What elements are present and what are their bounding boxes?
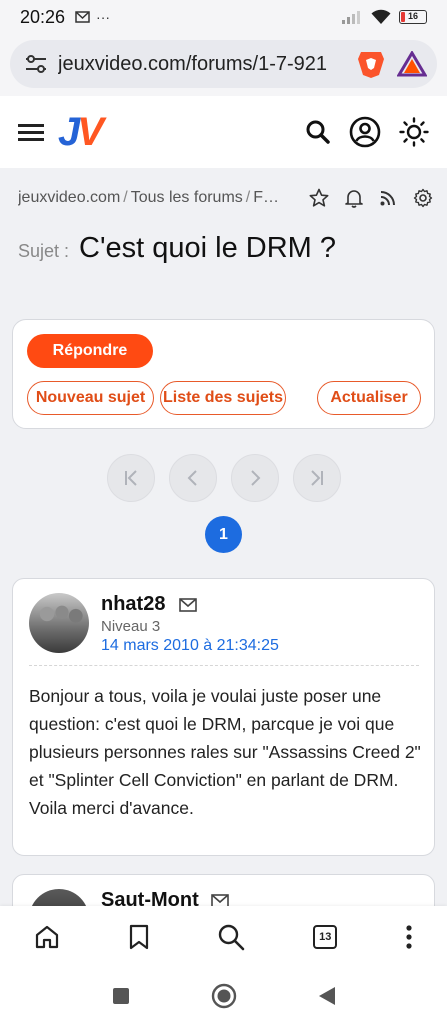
first-page-button[interactable] xyxy=(106,454,155,502)
post-body: Bonjour a tous, voila je voulai juste po… xyxy=(29,686,421,818)
chevron-left-icon xyxy=(187,470,197,486)
home-button-icon[interactable] xyxy=(211,983,237,1009)
breadcrumb-home[interactable]: jeuxvideo.com xyxy=(18,189,120,206)
menu-icon[interactable] xyxy=(18,122,44,142)
pagination xyxy=(0,454,447,502)
breadcrumb-forum[interactable]: F… xyxy=(253,189,279,206)
reply-button[interactable]: Répondre xyxy=(27,334,153,368)
browser-toolbar: jeuxvideo.com/forums/1-7-921 xyxy=(0,34,447,96)
browser-bottom-nav: 13 xyxy=(0,906,447,968)
new-topic-button[interactable]: Nouveau sujet xyxy=(27,381,154,415)
current-page[interactable]: 1 xyxy=(205,516,242,553)
star-icon[interactable] xyxy=(309,188,329,208)
brave-rewards-icon[interactable] xyxy=(397,51,427,77)
avatar[interactable] xyxy=(29,593,89,653)
bookmark-icon[interactable] xyxy=(128,924,150,950)
refresh-button[interactable]: Actualiser xyxy=(317,381,421,415)
url-text[interactable]: jeuxvideo.com/forums/1-7-921 xyxy=(58,53,357,76)
brave-shields-icon[interactable] xyxy=(357,49,385,79)
post-date[interactable]: 14 mars 2010 à 21:34:25 xyxy=(101,637,279,655)
author-level: Niveau 3 xyxy=(101,618,161,635)
address-bar[interactable]: jeuxvideo.com/forums/1-7-921 xyxy=(10,40,437,88)
next-page-button[interactable] xyxy=(230,454,279,502)
settings-gear-icon[interactable] xyxy=(413,188,433,208)
logo-j: J xyxy=(58,109,80,154)
account-icon[interactable] xyxy=(349,116,381,148)
more-notifications-icon: ··· xyxy=(96,9,111,25)
last-page-icon xyxy=(310,470,323,486)
site-header: JV xyxy=(0,96,447,168)
breadcrumb-all-forums[interactable]: Tous les forums xyxy=(131,189,243,206)
mail-notification-icon xyxy=(75,11,90,23)
status-time: 20:26 xyxy=(20,6,66,27)
post-author[interactable]: nhat28 xyxy=(101,593,165,616)
topic-actions: Répondre Nouveau sujet Liste des sujets … xyxy=(12,319,435,429)
chevron-right-icon xyxy=(250,470,260,486)
logo-v: V xyxy=(77,109,104,154)
status-notifications: ··· xyxy=(75,9,110,25)
battery-icon: 16 xyxy=(399,10,427,24)
post-divider xyxy=(29,665,419,666)
recents-icon[interactable] xyxy=(111,986,131,1006)
breadcrumb: jeuxvideo.com / Tous les forums / F… xyxy=(18,189,280,206)
system-nav-bar xyxy=(0,968,447,1024)
more-menu-icon[interactable] xyxy=(405,925,413,949)
tabs-button[interactable]: 13 xyxy=(313,925,338,949)
previous-page-button[interactable] xyxy=(168,454,217,502)
post-card: nhat28 Niveau 3 14 mars 2010 à 21:34:25 … xyxy=(12,578,435,856)
battery-level: 16 xyxy=(407,11,418,21)
search-icon[interactable] xyxy=(305,119,331,145)
breadcrumb-row: jeuxvideo.com / Tous les forums / F… xyxy=(18,180,433,216)
topic-list-button[interactable]: Liste des sujets xyxy=(160,381,286,415)
bell-icon[interactable] xyxy=(345,188,363,208)
home-icon[interactable] xyxy=(34,924,60,950)
signal-icon xyxy=(342,11,360,24)
search-icon[interactable] xyxy=(217,923,245,951)
first-page-icon xyxy=(124,470,137,486)
status-bar: 20:26 ··· 16 xyxy=(0,0,447,34)
topic-label: Sujet : xyxy=(18,241,70,261)
topic-header: Sujet : C'est quoi le DRM ? xyxy=(18,232,433,265)
back-icon[interactable] xyxy=(317,985,337,1007)
theme-toggle-icon[interactable] xyxy=(399,117,429,147)
last-page-button[interactable] xyxy=(292,454,341,502)
rss-icon[interactable] xyxy=(379,189,397,207)
site-logo[interactable]: JV xyxy=(58,109,104,155)
mail-icon[interactable] xyxy=(179,598,197,612)
site-settings-icon[interactable] xyxy=(24,53,48,75)
wifi-icon xyxy=(371,9,391,24)
topic-title: C'est quoi le DRM ? xyxy=(79,232,336,264)
